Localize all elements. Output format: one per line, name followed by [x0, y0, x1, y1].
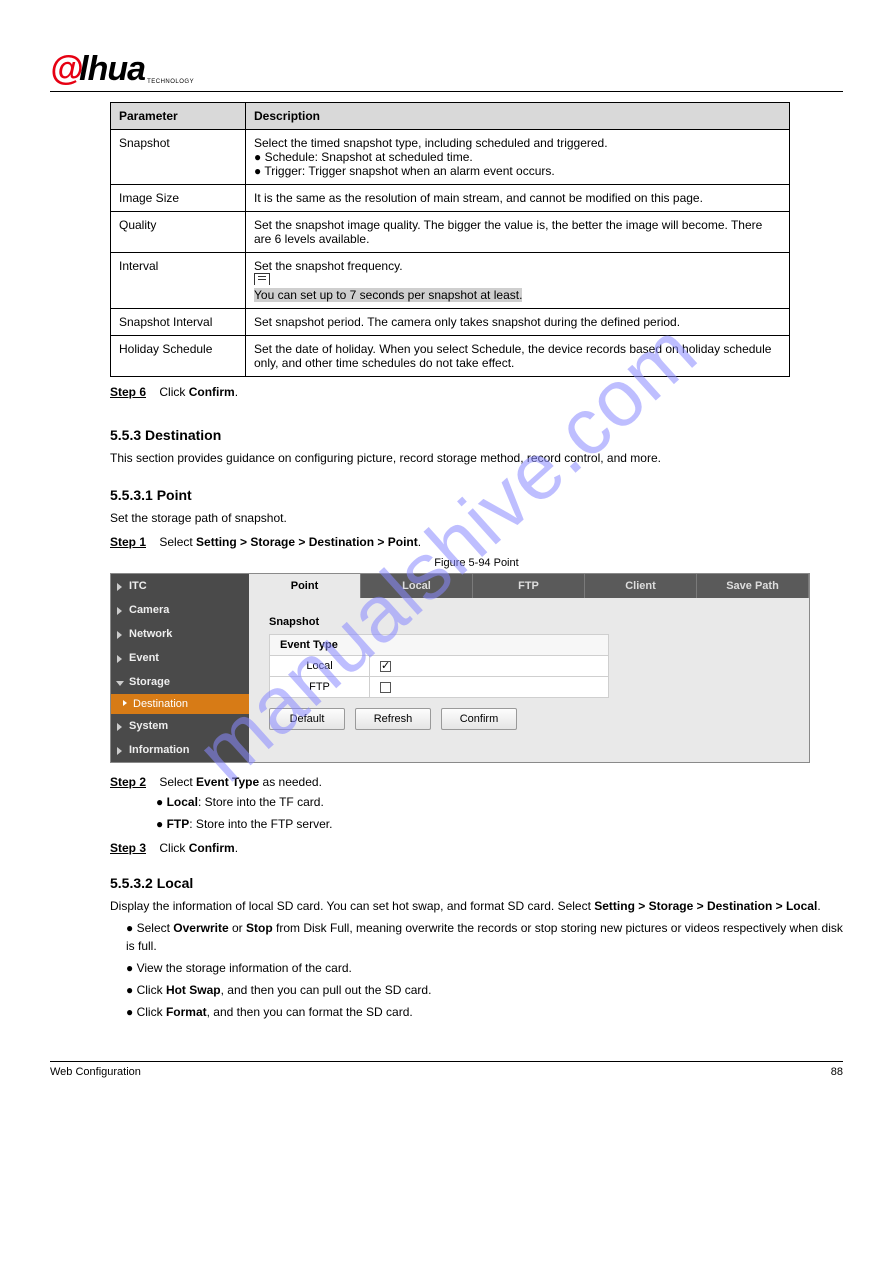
refresh-button[interactable]: Refresh [355, 708, 431, 730]
logo-word: lhua [79, 50, 145, 89]
confirm-button[interactable]: Confirm [441, 708, 517, 730]
option-label: Local [270, 656, 370, 677]
tab-point[interactable]: Point [249, 574, 361, 598]
main-panel: Point Local FTP Client Save Path Snapsho… [249, 574, 809, 762]
table-row: Snapshot Select the timed snapshot type,… [111, 130, 790, 185]
table-row: Interval Set the snapshot frequency. You… [111, 253, 790, 309]
bullet-hotswap: ● Click Hot Swap, and then you can pull … [126, 981, 843, 999]
table-row: Holiday Schedule Set the date of holiday… [111, 336, 790, 377]
figure-caption: Figure 5-94 Point [110, 557, 843, 569]
checkbox-ftp[interactable] [380, 682, 391, 693]
note-icon [254, 273, 270, 285]
desc-cell: Set the snapshot image quality. The bigg… [246, 212, 790, 253]
th-parameter: Parameter [111, 103, 246, 130]
chevron-right-icon [117, 583, 122, 591]
step-label: Step 2 [110, 775, 146, 789]
param-cell: Holiday Schedule [111, 336, 246, 377]
footer-section: Web Configuration [50, 1066, 141, 1078]
chevron-right-icon [117, 631, 122, 639]
option-row-local: Local [270, 656, 609, 677]
sidebar-subitem-destination[interactable]: Destination [111, 694, 249, 714]
sidebar-item-storage[interactable]: Storage [111, 670, 249, 694]
step-label: Step 3 [110, 841, 146, 855]
event-type-table: Event Type Local FTP [269, 634, 609, 698]
body-text: This section provides guidance on config… [110, 449, 843, 467]
event-type-header: Event Type [270, 635, 609, 656]
sidebar-item-camera[interactable]: Camera [111, 598, 249, 622]
step-3: Step 3 Click Confirm. [110, 841, 843, 855]
default-button[interactable]: Default [269, 708, 345, 730]
chevron-right-icon [117, 655, 122, 663]
page-header: @ lhua TECHNOLOGY [50, 50, 843, 92]
table-row: Snapshot Interval Set snapshot period. T… [111, 309, 790, 336]
step-label: Step 6 [110, 385, 146, 399]
table-row: Quality Set the snapshot image quality. … [111, 212, 790, 253]
sidebar-item-event[interactable]: Event [111, 646, 249, 670]
chevron-right-icon [123, 700, 127, 706]
sidebar-item-information[interactable]: Information [111, 738, 249, 762]
desc-cell: Select the timed snapshot type, includin… [246, 130, 790, 185]
heading-local: 5.5.3.2 Local [110, 875, 843, 891]
option-row-ftp: FTP [270, 677, 609, 698]
body-text: Display the information of local SD card… [110, 897, 843, 915]
step-6: Step 6 Click Confirm. [110, 385, 843, 399]
chevron-right-icon [117, 723, 122, 731]
screenshot-point: ITC Camera Network Event Storage Destina… [110, 573, 810, 763]
param-cell: Quality [111, 212, 246, 253]
logo-symbol: @ [50, 50, 82, 89]
body-text: Set the storage path of snapshot. [110, 509, 843, 527]
chevron-right-icon [117, 747, 122, 755]
param-cell: Image Size [111, 185, 246, 212]
nav-sidebar: ITC Camera Network Event Storage Destina… [111, 574, 249, 762]
heading-point: 5.5.3.1 Point [110, 487, 843, 503]
bullet-view: ● View the storage information of the ca… [126, 959, 843, 977]
page-footer: Web Configuration 88 [50, 1061, 843, 1078]
logo-tagline: TECHNOLOGY [147, 79, 194, 85]
step-label: Step 1 [110, 535, 146, 549]
footer-page-number: 88 [831, 1066, 843, 1078]
panel-title-snapshot: Snapshot [269, 616, 789, 628]
tab-ftp[interactable]: FTP [473, 574, 585, 598]
bullet-ftp: ● FTP: Store into the FTP server. [156, 815, 843, 833]
chevron-right-icon [117, 607, 122, 615]
sidebar-item-system[interactable]: System [111, 714, 249, 738]
param-cell: Snapshot Interval [111, 309, 246, 336]
checkbox-local[interactable] [380, 661, 391, 672]
tab-client[interactable]: Client [585, 574, 697, 598]
chevron-down-icon [116, 681, 124, 686]
param-cell: Snapshot [111, 130, 246, 185]
bullet-local: ● Local: Store into the TF card. [156, 793, 843, 811]
desc-cell: Set the snapshot frequency. You can set … [246, 253, 790, 309]
tab-save-path[interactable]: Save Path [697, 574, 809, 598]
desc-cell: Set snapshot period. The camera only tak… [246, 309, 790, 336]
parameter-table: Parameter Description Snapshot Select th… [110, 102, 790, 377]
heading-destination: 5.5.3 Destination [110, 427, 843, 443]
desc-cell: It is the same as the resolution of main… [246, 185, 790, 212]
th-description: Description [246, 103, 790, 130]
bullet-format: ● Click Format, and then you can format … [126, 1003, 843, 1021]
brand-logo: @ lhua TECHNOLOGY [50, 50, 194, 89]
table-row: Image Size It is the same as the resolut… [111, 185, 790, 212]
tab-local[interactable]: Local [361, 574, 473, 598]
sidebar-item-network[interactable]: Network [111, 622, 249, 646]
sidebar-item-itc[interactable]: ITC [111, 574, 249, 598]
bullet-overwrite: ● Select Overwrite or Stop from Disk Ful… [126, 919, 843, 955]
step-2: Step 2 Select Event Type as needed. [110, 775, 843, 789]
note-highlight: You can set up to 7 seconds per snapshot… [254, 288, 522, 302]
desc-cell: Set the date of holiday. When you select… [246, 336, 790, 377]
step-1: Step 1 Select Setting > Storage > Destin… [110, 535, 843, 549]
param-cell: Interval [111, 253, 246, 309]
tab-bar: Point Local FTP Client Save Path [249, 574, 809, 598]
option-label: FTP [270, 677, 370, 698]
